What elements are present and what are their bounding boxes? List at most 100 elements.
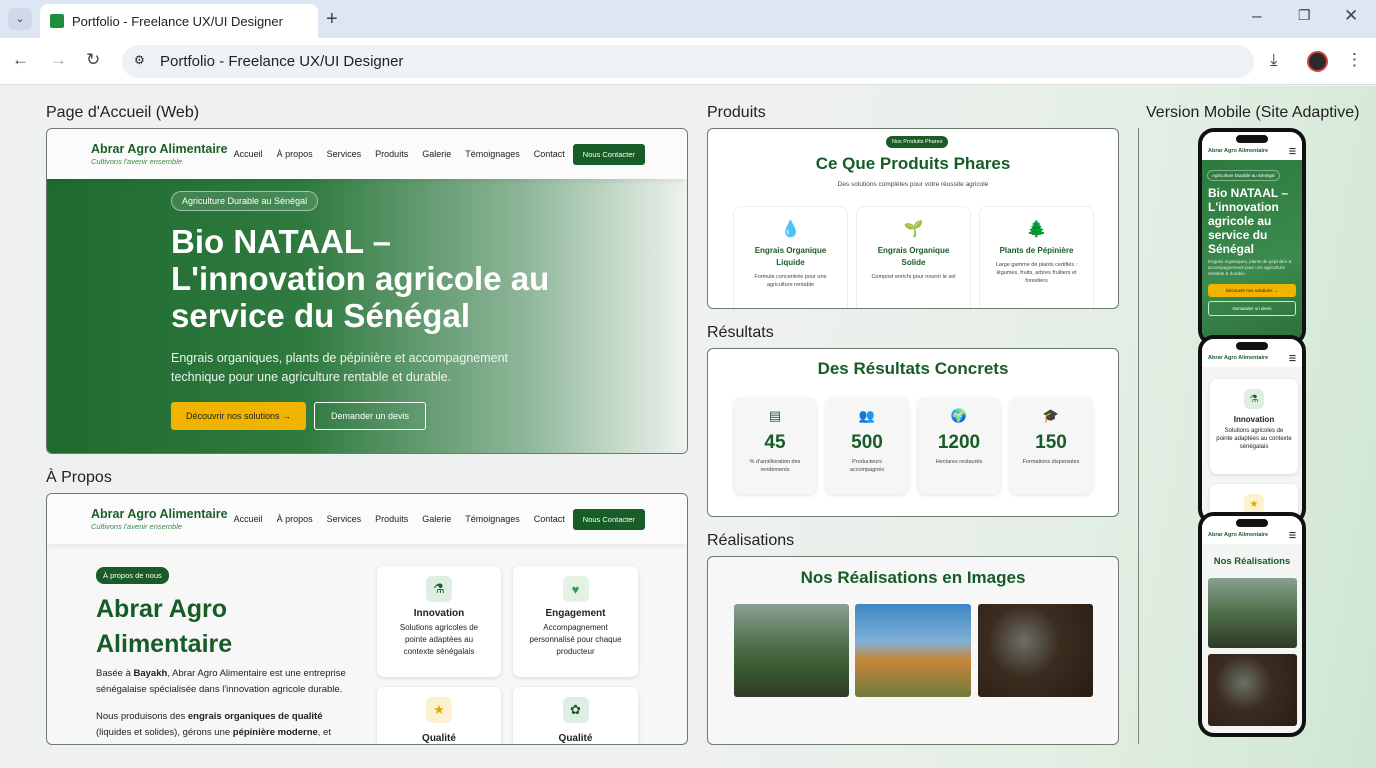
restore-icon[interactable]: ❐ [1298, 7, 1311, 24]
mobile-brand: Abrar Agro Alimentaire [1208, 532, 1269, 538]
tab-list-button[interactable]: ⌄ [8, 8, 32, 30]
medal-icon: ★ [1244, 494, 1264, 514]
soil-fork-photo[interactable] [1208, 654, 1297, 726]
download-icon[interactable]: ⤓ [1270, 50, 1278, 70]
phone-notch [1236, 342, 1268, 350]
hero-badge: Agriculture Durable au Sénégal [171, 191, 319, 211]
tree-icon: 🌲 [1026, 221, 1047, 238]
about-badge: À propos de nous [96, 567, 169, 584]
gallery-title: Nos Réalisations en Images [800, 568, 1026, 587]
mobile-hero-title: Bio NATAAL – L'innovation agricole au se… [1208, 186, 1288, 256]
mobile-quote-button[interactable]: Demander un devis [1208, 301, 1296, 316]
greenhouse-photo[interactable] [734, 604, 849, 697]
product-card[interactable]: 🌱 Engrais Organique Solide Compost enrichi… [857, 207, 970, 308]
stat-value: 500 [851, 432, 883, 453]
greenhouse-photo[interactable] [1208, 578, 1297, 648]
about-card-quality-2: ✿ Qualité [513, 687, 638, 744]
nav-link[interactable]: Contact [534, 514, 565, 524]
droplet-icon: 💧 [780, 221, 801, 238]
graduation-cap-icon: 🎓 [1042, 408, 1060, 423]
stat-value: 1200 [937, 432, 981, 453]
minimize-icon[interactable]: – [1252, 6, 1261, 26]
home-mockup: Agriculture Durable au Sénégal Bio NATAA… [46, 128, 688, 454]
farmer-photo[interactable] [855, 604, 971, 697]
new-tab-icon[interactable]: + [326, 8, 338, 31]
mobile-card-innovation: ⚗ Innovation Solutions agricoles de pointe… [1210, 379, 1298, 474]
section-label-realisations: Réalisations [707, 532, 795, 549]
nav-link[interactable]: Témoignages [465, 514, 520, 524]
discover-button[interactable]: Découvrir nos solutions → [171, 402, 307, 430]
site-settings-icon[interactable]: ⚙ [134, 53, 145, 67]
nav-link[interactable]: À propos [277, 514, 313, 524]
stat-label: Producteurs accompagnés [849, 459, 885, 473]
menu-icon[interactable]: ⋮ [1346, 50, 1363, 70]
section-label-about: À Propos [46, 469, 112, 486]
soil-fork-photo[interactable] [978, 604, 1093, 697]
sprout-icon: 🌱 [903, 221, 924, 238]
nav-link[interactable]: Services [327, 514, 362, 524]
close-icon[interactable]: ✕ [1344, 6, 1358, 26]
badge-icon: ✿ [562, 697, 589, 723]
stat-card: ▤ 45 % d'amélioration des rendements [734, 398, 816, 494]
divider [1138, 128, 1139, 744]
nav-link[interactable]: Produits [375, 514, 408, 524]
sheets-favicon-icon [50, 14, 64, 28]
mobile-hero-text: Engrais organiques, plants de pépinière … [1208, 259, 1292, 276]
back-icon[interactable]: ← [12, 50, 29, 70]
hero-title: Bio NATAAL – L'innovation agricole au se… [171, 223, 550, 334]
mobile-hero-phone: Abrar Agro Alimentaire ☰ Agriculture Dura… [1198, 128, 1306, 346]
section-label-results: Résultats [707, 324, 774, 341]
contact-button[interactable]: Nous Contacter [572, 143, 645, 165]
reload-icon[interactable]: ↻ [86, 50, 100, 70]
chart-icon: ▤ [768, 408, 782, 423]
brand: Abrar Agro Alimentaire Cultivons l'avenir… [91, 142, 228, 166]
mobile-brand: Abrar Agro Alimentaire [1208, 148, 1269, 154]
nav-link[interactable]: Produits [375, 149, 408, 159]
nav-link[interactable]: Services [327, 149, 362, 159]
nav-link[interactable]: Galerie [422, 149, 451, 159]
about-mockup: Abrar Agro Alimentaire Cultivons l'avenir… [46, 493, 688, 745]
hand-heart-icon: ♥ [562, 576, 589, 602]
nav-link[interactable]: Contact [534, 149, 565, 159]
site-nav: Abrar Agro Alimentaire Cultivons l'avenir… [47, 494, 687, 544]
address-bar[interactable]: ⚙ Portfolio - Freelance UX/UI Designer [122, 45, 1254, 78]
mobile-gallery-phone: Abrar Agro Alimentaire ☰ Nos Réalisations [1198, 512, 1306, 737]
stat-card: 🎓 150 Formations dispensées [1010, 398, 1092, 494]
product-text: Formule concentrée pour une agriculture … [754, 274, 827, 288]
hamburger-icon[interactable]: ☰ [1289, 354, 1296, 363]
mobile-about-phone: Abrar Agro Alimentaire ☰ ⚗ Innovation Solut… [1198, 335, 1306, 525]
url-text: Portfolio - Freelance UX/UI Designer [160, 53, 404, 70]
hero: Agriculture Durable au Sénégal Bio NATAA… [47, 179, 687, 453]
about-title: Abrar Agro Alimentaire [96, 595, 233, 658]
hamburger-icon[interactable]: ☰ [1289, 531, 1296, 540]
tab-title: Portfolio - Freelance UX/UI Designer [72, 13, 283, 29]
products-subtitle: Des solutions complètes pour votre réuss… [837, 181, 989, 188]
product-text: Large gamme de plants certifiés : légume… [995, 262, 1078, 284]
product-card[interactable]: 🌲 Plants de Pépinière Large gamme de plant… [980, 207, 1093, 308]
nav-link[interactable]: Témoignages [465, 149, 520, 159]
about-paragraph-1: Basée à Bayakh, Abrar Agro Alimentaire e… [96, 668, 346, 695]
stat-label: Formations dispensées [1022, 459, 1080, 465]
product-title: Engrais Organique Liquide [754, 246, 827, 267]
browser-tab[interactable]: Portfolio - Freelance UX/UI Designer [40, 4, 318, 38]
about-card-innovation: ⚗ Innovation Solutions agricoles de pointe… [377, 566, 501, 677]
nav-link[interactable]: Accueil [234, 149, 263, 159]
brand: Abrar Agro Alimentaire Cultivons l'avenir… [91, 507, 228, 531]
stat-value: 150 [1035, 432, 1067, 453]
products-badge: Nos Produits Phares [886, 136, 949, 148]
stat-card: 👥 500 Producteurs accompagnés [826, 398, 908, 494]
profile-avatar[interactable] [1307, 51, 1328, 72]
nav-link[interactable]: Galerie [422, 514, 451, 524]
mobile-brand: Abrar Agro Alimentaire [1208, 355, 1269, 361]
mobile-gallery-title: Nos Réalisations [1213, 556, 1291, 567]
mobile-discover-button[interactable]: Découvrir nos solutions → [1208, 284, 1296, 297]
quote-button[interactable]: Demander un devis [314, 402, 427, 430]
product-card[interactable]: 💧 Engrais Organique Liquide Formule concen… [734, 207, 847, 308]
nav-link[interactable]: À propos [277, 149, 313, 159]
hamburger-icon[interactable]: ☰ [1289, 147, 1296, 156]
nav-link[interactable]: Accueil [234, 514, 263, 524]
contact-button[interactable]: Nous Contacter [572, 508, 645, 530]
forward-icon[interactable]: → [50, 50, 67, 70]
product-title: Engrais Organique Solide [877, 246, 950, 267]
stat-label: Hectares restaurés [935, 459, 983, 465]
